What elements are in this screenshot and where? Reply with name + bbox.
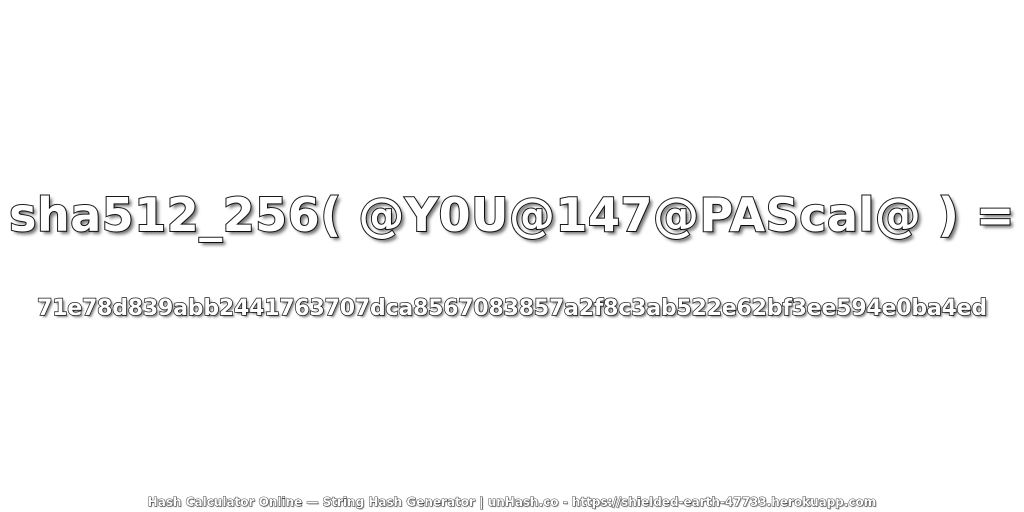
hash-expression: sha512_256( @Y0U@147@PAScal@ ) = (8, 187, 1015, 243)
hash-result-image: sha512_256( @Y0U@147@PAScal@ ) = 71e78d8… (0, 0, 1024, 512)
hash-value: 71e78d839abb2441763707dca8567083857a2f8c… (36, 295, 987, 321)
footer-credit: Hash Calculator Online — String Hash Gen… (147, 495, 877, 510)
